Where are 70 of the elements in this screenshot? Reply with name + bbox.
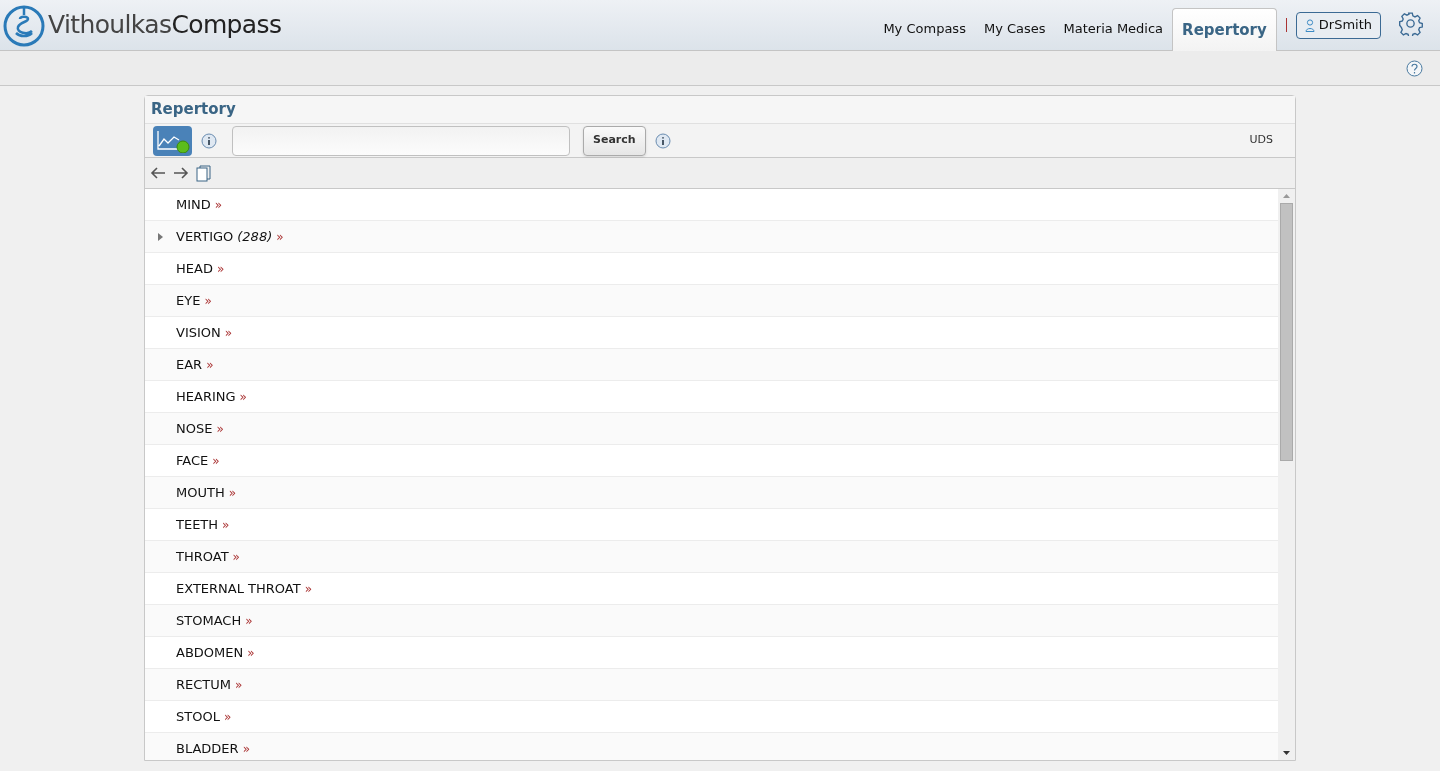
- logo-icon: [2, 3, 46, 47]
- rubric-link[interactable]: EXTERNAL THROAT: [176, 578, 301, 599]
- info-icon[interactable]: [201, 132, 217, 149]
- rubric-link[interactable]: VERTIGO: [176, 226, 234, 247]
- open-link[interactable]: »: [216, 259, 225, 278]
- rubric-link[interactable]: EAR: [176, 354, 203, 375]
- rubric-link[interactable]: BLADDER: [176, 738, 239, 759]
- rubric-link[interactable]: FACE: [176, 450, 209, 471]
- rubric-link[interactable]: STOMACH: [176, 610, 242, 631]
- help-icon[interactable]: [1406, 59, 1423, 77]
- open-link[interactable]: »: [216, 419, 224, 438]
- search-field[interactable]: [232, 125, 570, 156]
- open-link[interactable]: »: [232, 547, 240, 566]
- list-row[interactable]: STOMACH »: [145, 605, 1278, 637]
- forward-arrow-icon[interactable]: [173, 167, 189, 179]
- list-row[interactable]: EAR »: [145, 349, 1278, 381]
- expand-arrow-icon[interactable]: [158, 232, 163, 241]
- open-link[interactable]: »: [304, 579, 312, 598]
- open-link[interactable]: »: [222, 515, 230, 534]
- info-icon[interactable]: [654, 132, 671, 149]
- user-button[interactable]: DrSmith: [1295, 11, 1381, 39]
- list-row[interactable]: THROAT »: [145, 541, 1278, 573]
- brand-name: Vithoulkas: [48, 9, 172, 42]
- rubric-link[interactable]: EYE: [176, 290, 201, 311]
- open-link[interactable]: »: [223, 707, 232, 726]
- settings-icon[interactable]: [1398, 10, 1423, 36]
- nav-tab[interactable]: My Cases: [974, 7, 1055, 50]
- back-arrow-icon[interactable]: [150, 167, 166, 179]
- rubric-link[interactable]: MIND: [176, 194, 211, 215]
- open-link[interactable]: »: [242, 739, 250, 758]
- panel-title: Repertory: [151, 99, 236, 121]
- open-link[interactable]: »: [247, 643, 255, 662]
- user-icon: [1304, 18, 1315, 32]
- rubric-link[interactable]: RECTUM: [176, 674, 231, 695]
- search-button[interactable]: Search: [583, 125, 646, 156]
- rubric-link[interactable]: VISION: [176, 322, 221, 343]
- chart-icon: [155, 128, 190, 153]
- rubric-link[interactable]: ABDOMEN: [176, 642, 244, 663]
- nav-tab[interactable]: My Compass: [874, 7, 975, 50]
- rubric-link[interactable]: THROAT: [176, 546, 229, 567]
- list-row[interactable]: VERTIGO (288) »: [145, 221, 1278, 253]
- rubric-link[interactable]: NOSE: [176, 418, 213, 439]
- rubric-link[interactable]: TEETH: [176, 514, 219, 535]
- open-link[interactable]: »: [276, 227, 284, 246]
- list-row[interactable]: BLADDER »: [145, 733, 1278, 760]
- source-label: UDS: [1249, 132, 1273, 149]
- rubric-link[interactable]: MOUTH: [176, 482, 225, 503]
- rubric-link[interactable]: STOOL: [176, 706, 220, 727]
- open-link[interactable]: »: [239, 387, 247, 406]
- open-link[interactable]: »: [224, 323, 233, 342]
- nav-tab[interactable]: Materia Medica: [1054, 7, 1173, 50]
- open-link[interactable]: »: [235, 675, 243, 694]
- nav-tab[interactable]: Repertory: [1172, 8, 1277, 51]
- list-row[interactable]: MOUTH »: [145, 477, 1278, 509]
- open-link[interactable]: »: [204, 291, 212, 310]
- copy-icon[interactable]: [196, 164, 211, 182]
- open-link[interactable]: »: [212, 451, 220, 470]
- open-link[interactable]: »: [228, 483, 237, 502]
- list-row[interactable]: RECTUM »: [145, 669, 1278, 701]
- open-link[interactable]: »: [214, 195, 223, 214]
- scrollbar[interactable]: [1278, 189, 1295, 760]
- open-link[interactable]: »: [245, 611, 253, 630]
- rubric-link[interactable]: HEARING: [176, 386, 236, 407]
- brand-name: Compass: [171, 9, 282, 42]
- list-row[interactable]: NOSE »: [145, 413, 1278, 445]
- remedy-count: (288): [237, 227, 273, 246]
- open-link[interactable]: »: [206, 355, 214, 374]
- rubric-link[interactable]: HEAD: [176, 258, 213, 279]
- list-row[interactable]: EYE »: [145, 285, 1278, 317]
- chart-toggle-button[interactable]: [153, 125, 192, 156]
